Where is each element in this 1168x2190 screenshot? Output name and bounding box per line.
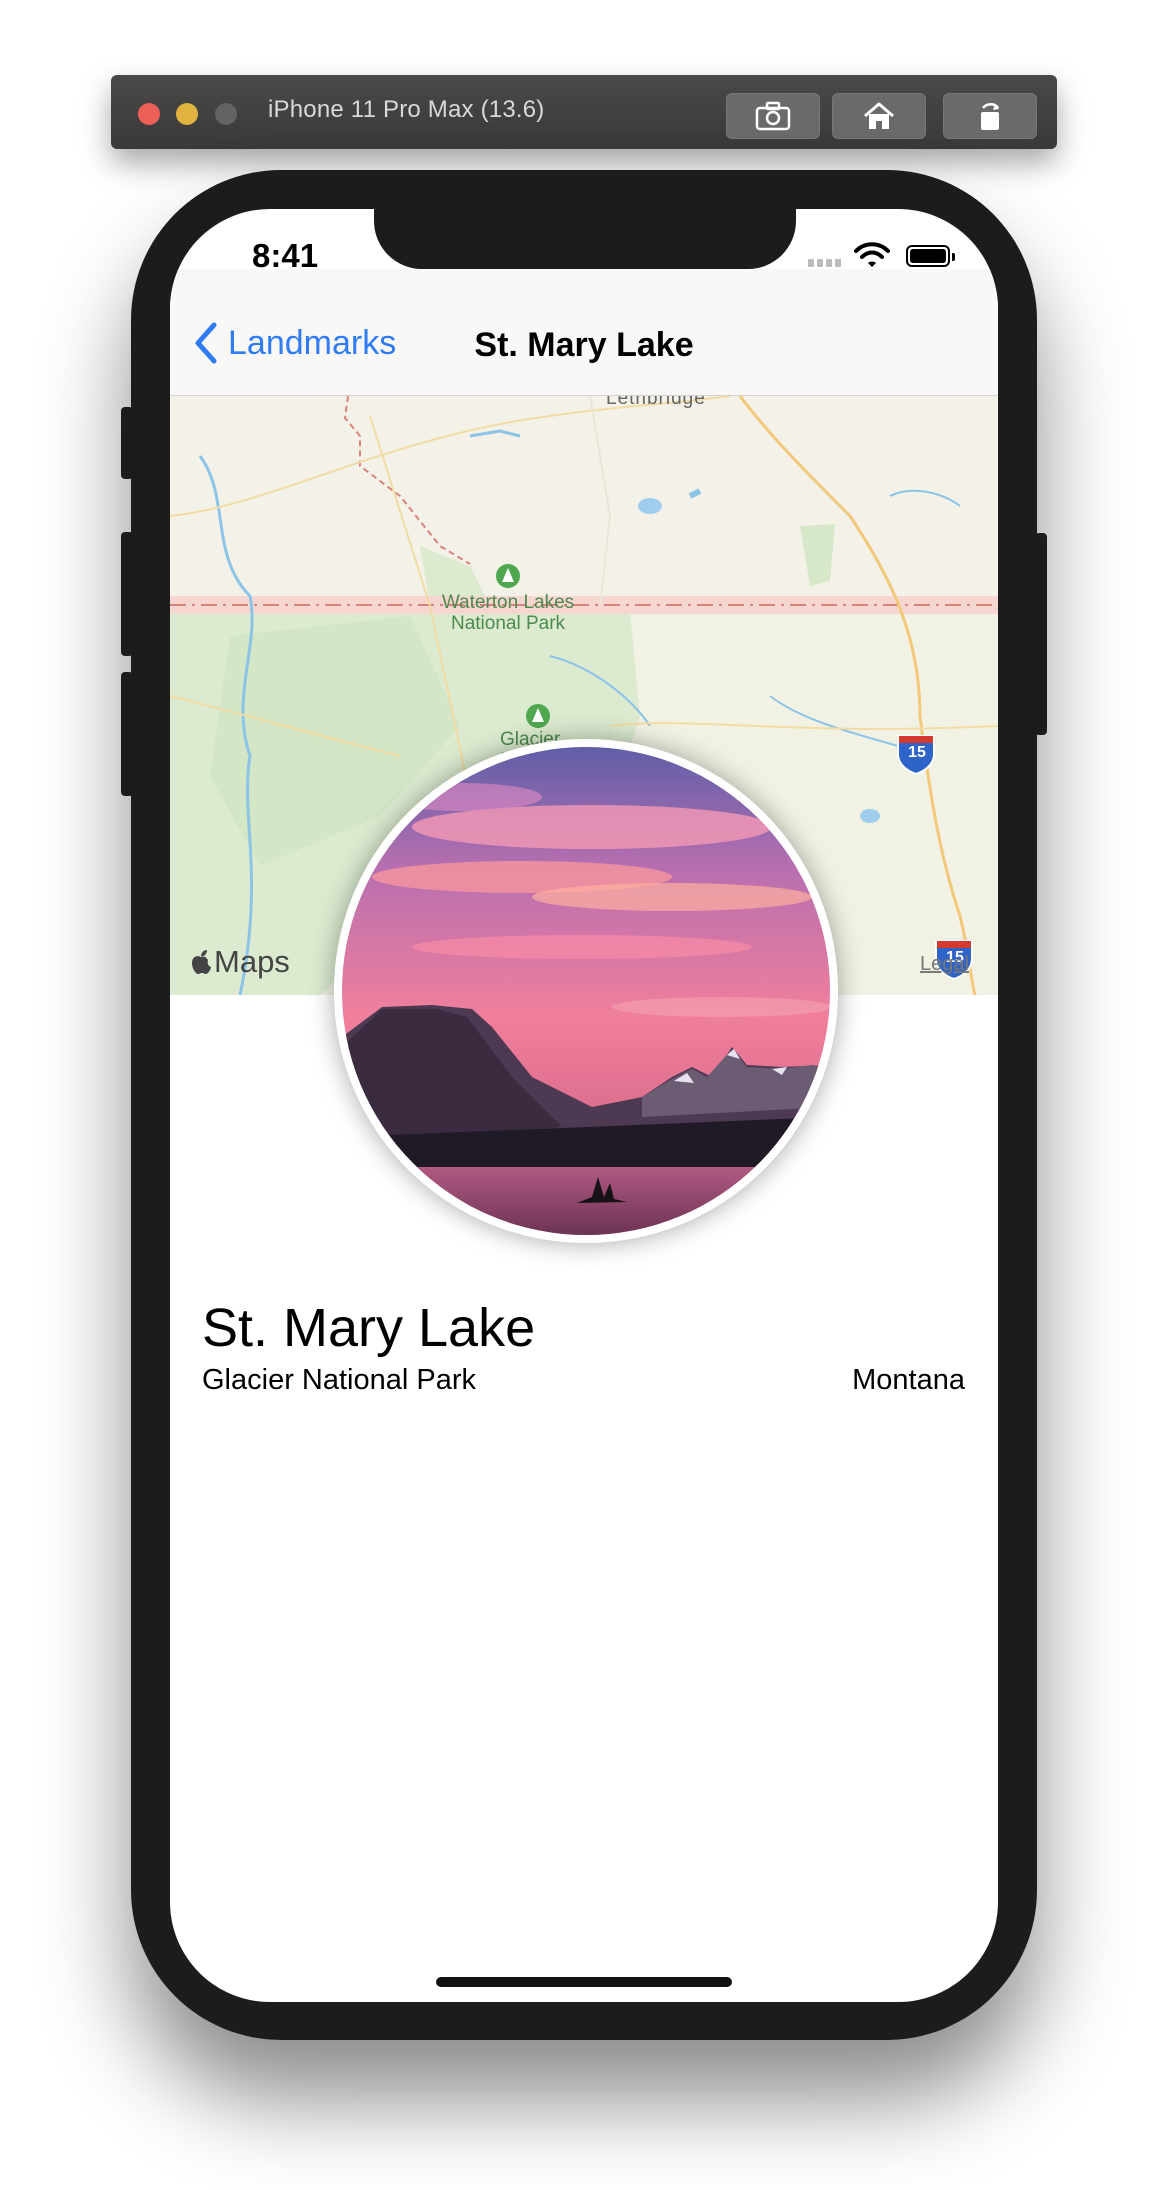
camera-icon	[755, 101, 791, 131]
landmark-image	[342, 747, 830, 1235]
simulator-title-bar: iPhone 11 Pro Max (13.6)	[111, 75, 1057, 149]
landmark-state: Montana	[852, 1364, 965, 1396]
maps-attribution[interactable]: Maps	[190, 944, 290, 980]
signal-bar	[835, 259, 841, 267]
home-button[interactable]	[832, 93, 926, 139]
zoom-window-button[interactable]	[215, 103, 237, 125]
landmark-photo	[334, 739, 838, 1243]
wifi-icon	[854, 242, 890, 267]
navigation-bar: Landmarks St. Mary Lake	[170, 269, 998, 396]
minimize-window-button[interactable]	[176, 103, 198, 125]
interstate-label: 15	[908, 744, 926, 761]
apple-logo-icon	[192, 950, 211, 974]
notch	[374, 209, 796, 269]
signal-bar	[826, 259, 832, 267]
nav-title: St. Mary Lake	[474, 326, 694, 364]
close-window-button[interactable]	[138, 103, 160, 125]
landmark-park: Glacier National Park	[202, 1364, 476, 1396]
home-indicator[interactable]	[436, 1977, 732, 1987]
map-label-park: Waterton Lakes National Park	[441, 592, 575, 634]
landmark-name: St. Mary Lake	[202, 1298, 536, 1358]
legal-link[interactable]: Legal	[920, 953, 969, 976]
map-label-city: Lethbridge	[606, 396, 706, 409]
home-icon	[864, 102, 894, 129]
phone-screen: 8:41 Landmarks St. Mary Lake Lethbridge …	[170, 209, 998, 2002]
signal-bar	[817, 259, 823, 267]
simulator-title: iPhone 11 Pro Max (13.6)	[268, 96, 545, 123]
battery-icon	[906, 245, 950, 267]
rotate-icon	[981, 103, 1000, 130]
screenshot-button[interactable]	[726, 93, 820, 139]
signal-bar	[808, 259, 814, 267]
status-icons	[808, 241, 968, 271]
rotate-button[interactable]	[943, 93, 1037, 139]
